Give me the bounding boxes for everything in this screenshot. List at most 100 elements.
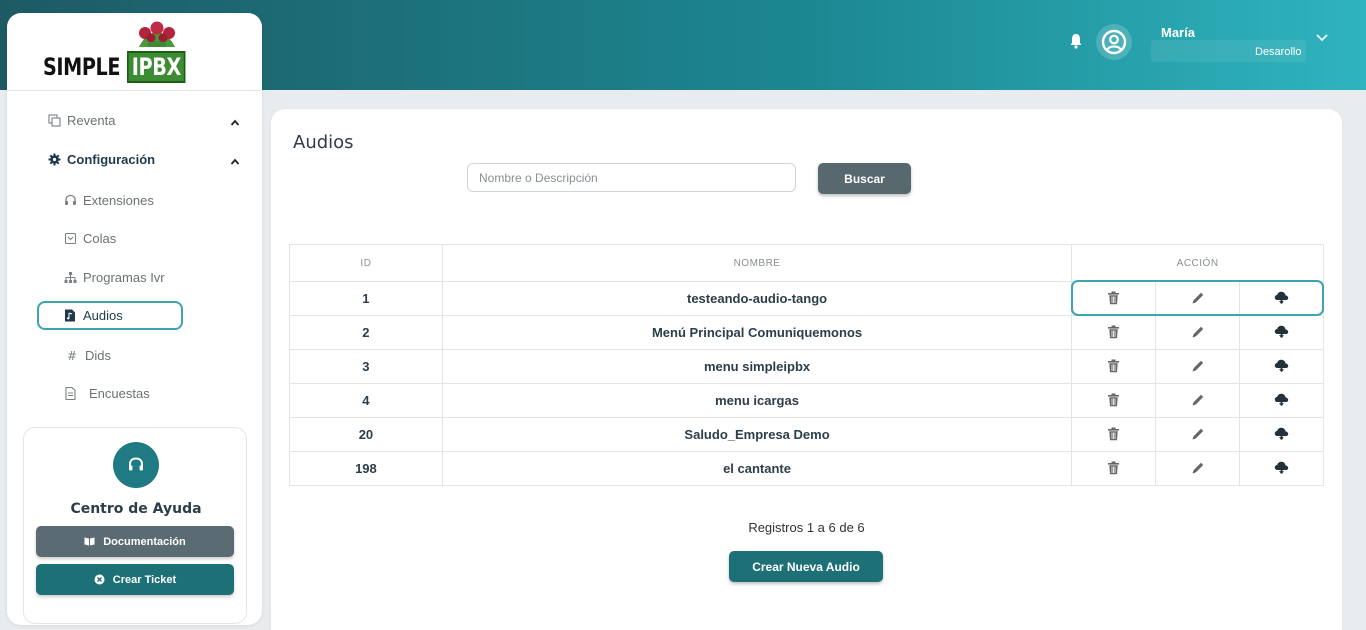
cell-edit [1155, 281, 1241, 316]
cell-edit [1155, 417, 1241, 452]
pencil-icon[interactable] [1190, 358, 1206, 374]
cell-nombre: Saludo_Empresa Demo [441, 417, 1073, 452]
cell-download [1239, 383, 1324, 418]
cell-id: 20 [289, 417, 443, 452]
sidebar: SIMPLE IPBX Reventa Configuración Extens… [7, 13, 262, 625]
column-header-accion: ACCIÓN [1071, 244, 1324, 282]
chevron-up-icon[interactable] [230, 119, 240, 127]
cell-id: 1 [289, 281, 443, 316]
sidebar-item-label: Configuración [67, 152, 156, 167]
chevron-down-icon[interactable] [1315, 33, 1329, 43]
cell-id: 198 [289, 451, 443, 486]
sidebar-item-label: Programas Ivr [83, 270, 165, 285]
cell-download [1239, 417, 1324, 452]
cell-edit [1155, 451, 1241, 486]
sidebar-item-colas[interactable]: Colas [63, 231, 116, 246]
sidebar-item-extensiones[interactable]: Extensiones [63, 193, 154, 208]
column-header-id: ID [289, 244, 443, 282]
logo-divider [7, 90, 262, 91]
queue-icon [63, 232, 77, 246]
sidebar-item-encuestas[interactable]: Encuestas [63, 386, 150, 401]
cell-edit [1155, 349, 1241, 384]
headset-icon [63, 194, 77, 208]
reventa-icon [47, 114, 61, 128]
trash-icon[interactable] [1106, 426, 1122, 442]
trash-icon[interactable] [1106, 290, 1122, 306]
sitemap-icon [63, 271, 77, 285]
sidebar-item-dids[interactable]: # Dids [65, 348, 111, 363]
cell-id: 2 [289, 315, 443, 350]
table-row: 1 testeando-audio-tango [289, 281, 1324, 316]
cell-download [1239, 349, 1324, 384]
create-ticket-button[interactable]: Crear Ticket [36, 564, 234, 595]
cloud-download-icon[interactable] [1274, 426, 1290, 442]
hashtag-icon: # [66, 348, 78, 363]
create-audio-button[interactable]: Crear Nueva Audio [729, 551, 883, 582]
simpleipbx-logo[interactable]: SIMPLE IPBX [43, 21, 193, 85]
user-avatar[interactable] [1096, 24, 1132, 60]
user-role: Desarollo [1255, 46, 1302, 58]
cloud-download-icon[interactable] [1274, 290, 1290, 306]
page-title: Audios [293, 132, 354, 153]
cell-download [1239, 451, 1324, 486]
cell-nombre: menu icargas [441, 383, 1073, 418]
table-row: 4 menu icargas [289, 383, 1324, 418]
sidebar-item-reventa[interactable]: Reventa [47, 113, 115, 128]
sidebar-item-label: Extensiones [83, 193, 154, 208]
headset-icon [113, 442, 159, 488]
column-header-nombre: NOMBRE [441, 244, 1073, 282]
table-row: 20 Saludo_Empresa Demo [289, 417, 1324, 452]
cell-download [1239, 315, 1324, 350]
gear-icon [47, 153, 61, 167]
cell-nombre: el cantante [441, 451, 1073, 486]
documentation-button[interactable]: Documentación [36, 526, 234, 557]
sidebar-item-label: Audios [83, 308, 123, 323]
cell-delete [1071, 315, 1157, 350]
help-center-card: Centro de Ayuda Documentación Crear Tick… [23, 427, 247, 624]
book-icon [84, 537, 95, 546]
cloud-download-icon[interactable] [1274, 358, 1290, 374]
cell-delete [1071, 417, 1157, 452]
sidebar-item-label: Dids [85, 348, 112, 363]
pencil-icon[interactable] [1190, 460, 1206, 476]
cell-id: 3 [289, 349, 443, 384]
trash-icon[interactable] [1106, 358, 1122, 374]
sidebar-item-label: Encuestas [89, 386, 150, 401]
cloud-download-icon[interactable] [1274, 460, 1290, 476]
trash-icon[interactable] [1106, 324, 1122, 340]
sidebar-item-configuracion[interactable]: Configuración [47, 152, 155, 167]
pencil-icon[interactable] [1190, 290, 1206, 306]
create-ticket-label: Crear Ticket [112, 573, 177, 586]
audio-file-icon [63, 309, 77, 323]
search-input[interactable] [467, 163, 796, 192]
table-row: 3 menu simpleipbx [289, 349, 1324, 384]
trash-icon[interactable] [1106, 460, 1122, 476]
help-center-title: Centro de Ayuda [70, 501, 202, 517]
sidebar-item-programas-ivr[interactable]: Programas Ivr [63, 270, 165, 285]
pencil-icon[interactable] [1190, 392, 1206, 408]
sidebar-item-label: Reventa [67, 113, 116, 128]
sidebar-item-audios[interactable]: Audios [63, 308, 123, 323]
table-row: 2 Menú Principal Comuniquemonos [289, 315, 1324, 350]
document-icon [63, 387, 77, 401]
user-circle-icon [1101, 29, 1127, 55]
cell-id: 4 [289, 383, 443, 418]
bell-icon[interactable] [1069, 33, 1083, 49]
cell-download [1239, 281, 1324, 316]
cell-nombre: testeando-audio-tango [441, 281, 1073, 316]
chevron-up-icon[interactable] [230, 158, 240, 166]
table-header-row: ID NOMBRE ACCIÓN [289, 244, 1324, 282]
cloud-download-icon[interactable] [1274, 392, 1290, 408]
search-button[interactable]: Buscar [818, 163, 911, 194]
documentation-label: Documentación [103, 535, 186, 548]
table-row: 198 el cantante [289, 451, 1324, 486]
sidebar-item-label: Colas [83, 231, 117, 246]
trash-icon[interactable] [1106, 392, 1122, 408]
pencil-icon[interactable] [1190, 324, 1206, 340]
pencil-icon[interactable] [1190, 426, 1206, 442]
logo-text: SIMPLE [43, 53, 121, 81]
cell-delete [1071, 383, 1157, 418]
cell-delete [1071, 451, 1157, 486]
close-circle-icon [94, 574, 105, 585]
cloud-download-icon[interactable] [1274, 324, 1290, 340]
